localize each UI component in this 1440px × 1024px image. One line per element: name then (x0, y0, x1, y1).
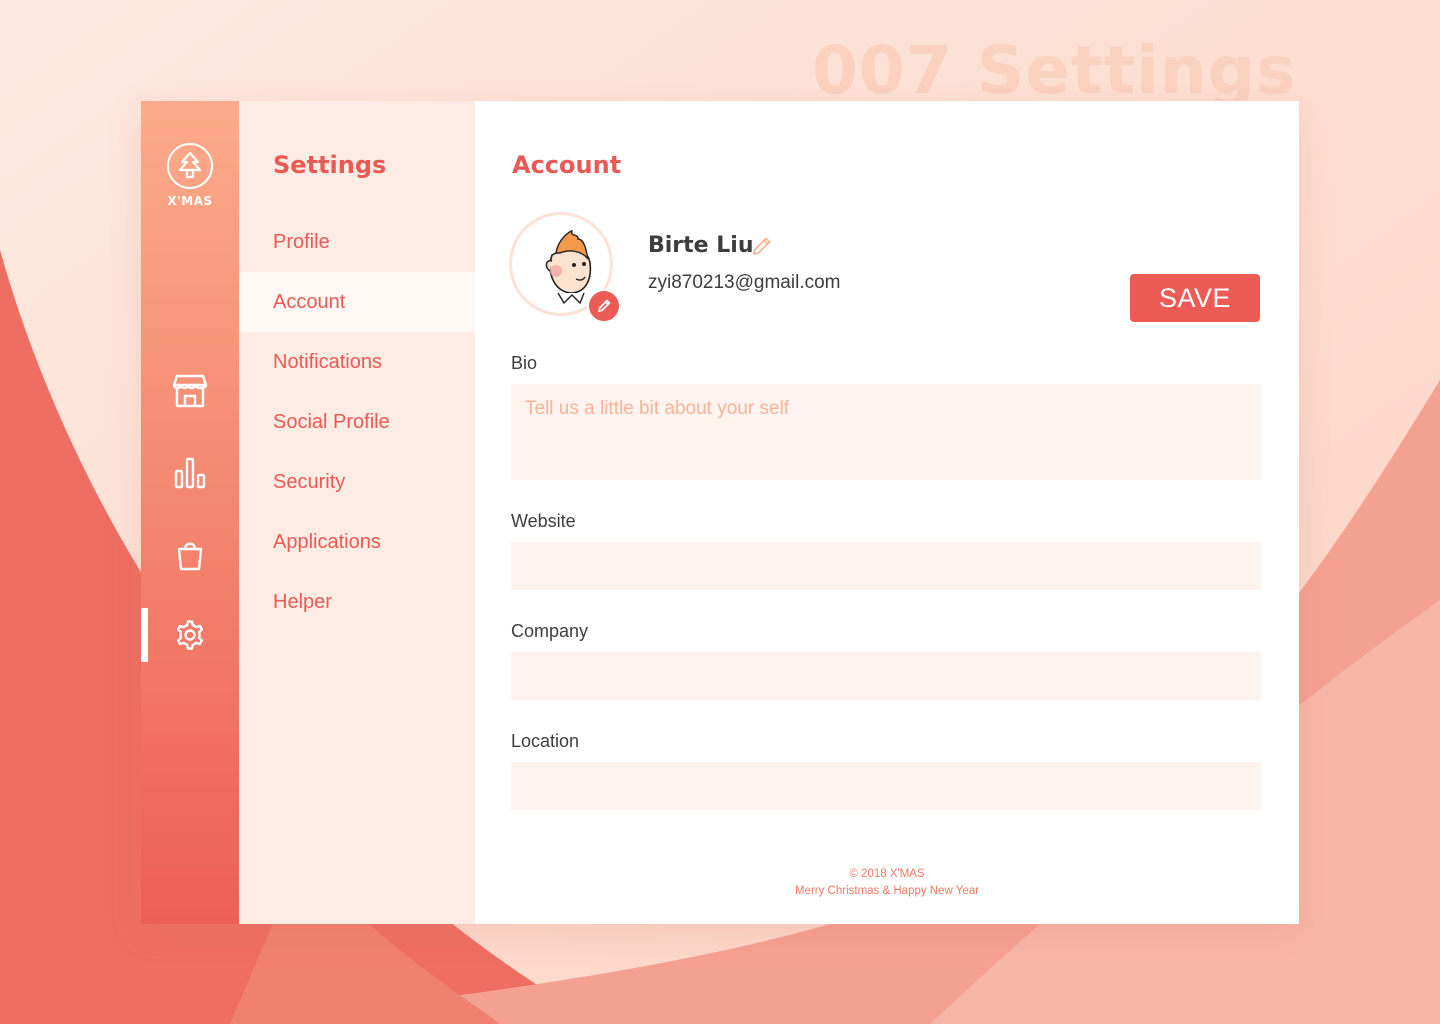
company-input[interactable] (511, 652, 1261, 700)
footer-tagline: Merry Christmas & Happy New Year (794, 885, 980, 897)
save-button[interactable]: SAVE (1130, 274, 1260, 322)
location-input[interactable] (511, 762, 1261, 810)
bio-label: Bio (511, 353, 538, 373)
bar-chart-icon[interactable] (170, 453, 210, 493)
bio-textarea[interactable] (511, 384, 1261, 480)
store-icon[interactable] (170, 371, 210, 411)
website-input[interactable] (511, 542, 1261, 590)
watermark-title: 007 Settings (812, 32, 1297, 109)
tree-icon (167, 143, 213, 189)
brand-logo[interactable]: X'MAS (165, 143, 215, 208)
rail-active-indicator (141, 608, 148, 662)
user-email: zyi870213@gmail.com (648, 272, 841, 293)
menu-list: Profile Account Notifications Social Pro… (239, 212, 475, 632)
user-name: Birte Liu (648, 233, 754, 258)
menu-item-social-profile[interactable]: Social Profile (239, 392, 475, 452)
menu-item-profile[interactable]: Profile (239, 212, 475, 272)
footer-copyright: © 2018 X'MAS (849, 868, 925, 880)
edit-name-pencil-icon[interactable] (750, 234, 774, 258)
menu-title: Settings (273, 151, 387, 179)
menu-item-account[interactable]: Account (239, 272, 475, 332)
menu-item-notifications[interactable]: Notifications (239, 332, 475, 392)
account-panel: Account Birte Liu zyi870213@gmail.com SA… (475, 101, 1299, 924)
footer: © 2018 X'MAS Merry Christmas & Happy New… (475, 866, 1299, 900)
company-label: Company (511, 621, 589, 641)
page-title: Account (512, 151, 622, 179)
icon-rail: X'MAS (141, 101, 239, 924)
settings-menu: Settings Profile Account Notifications S… (239, 101, 475, 924)
menu-item-security[interactable]: Security (239, 452, 475, 512)
gear-icon[interactable] (170, 615, 210, 655)
settings-window: X'MAS Settings Profile Account Notificat… (141, 101, 1299, 924)
menu-item-helper[interactable]: Helper (239, 572, 475, 632)
menu-item-applications[interactable]: Applications (239, 512, 475, 572)
avatar-edit-button[interactable] (587, 289, 621, 323)
website-label: Website (511, 511, 576, 531)
shopping-bag-icon[interactable] (170, 535, 210, 575)
pencil-icon (598, 299, 611, 312)
location-label: Location (511, 731, 580, 751)
brand-name: X'MAS (167, 194, 213, 208)
